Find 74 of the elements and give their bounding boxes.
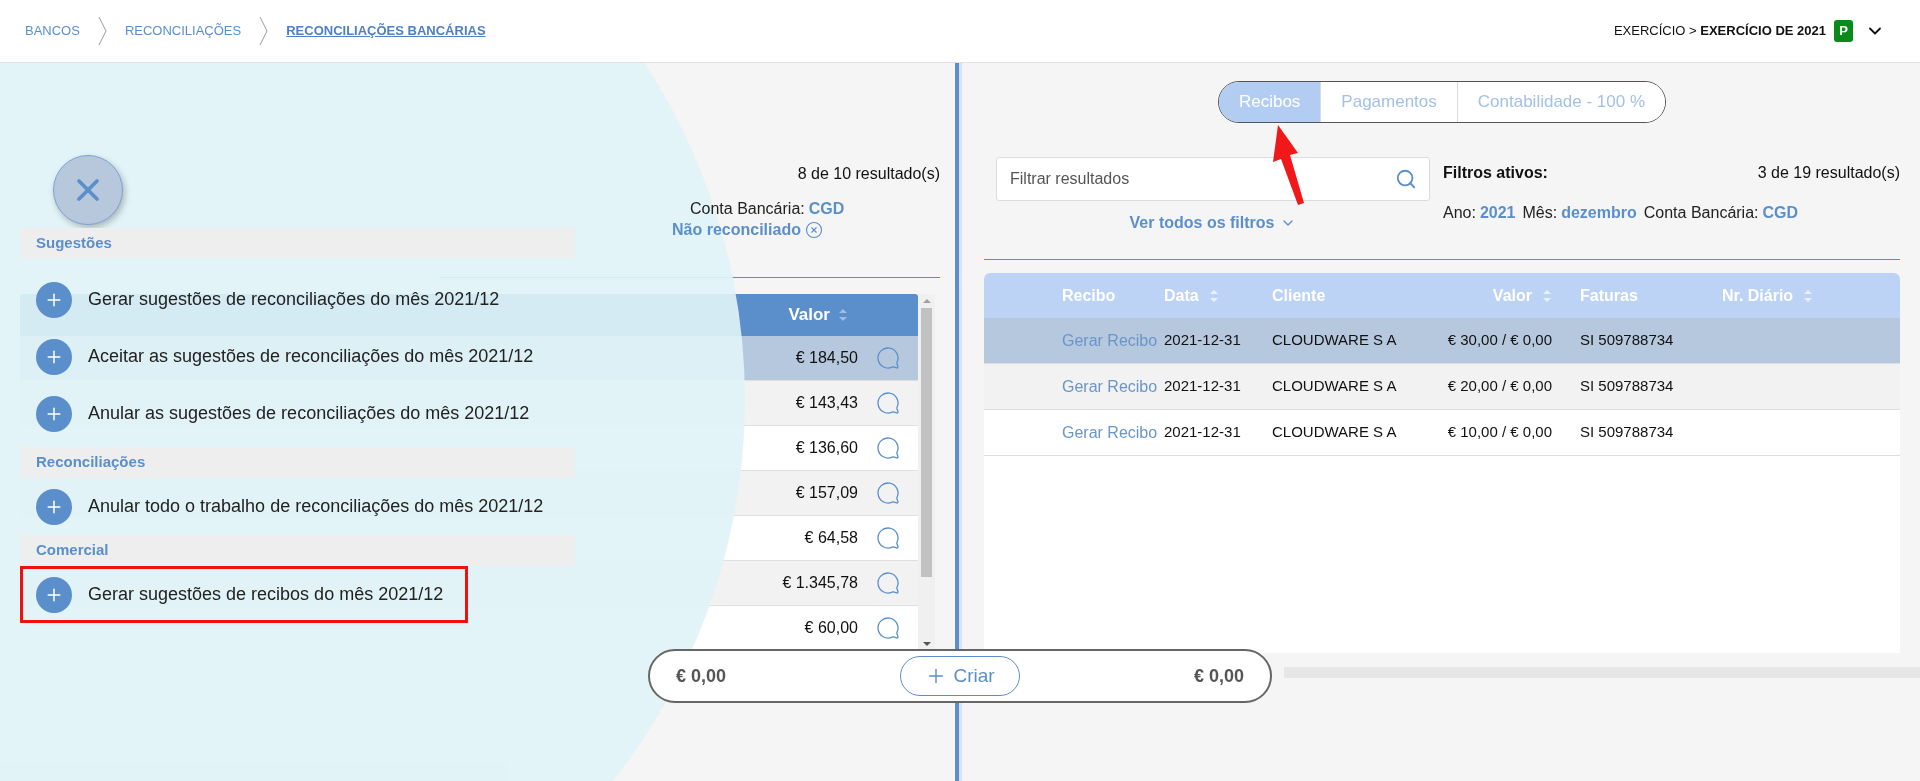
section-header: Sugestões: [20, 228, 575, 258]
filter-label: Ano:: [1443, 203, 1476, 223]
filter-label: Conta Bancária:: [1643, 203, 1759, 223]
generate-receipt-link[interactable]: Gerar Recibo: [1062, 328, 1158, 353]
filter-value: CGD: [1762, 203, 1799, 223]
remove-filter-icon[interactable]: [804, 220, 823, 239]
total-amount: € 0,00: [676, 664, 727, 688]
scrollbar[interactable]: [918, 294, 935, 651]
table-cell-text: € 1.345,78: [782, 573, 858, 593]
menu-item[interactable]: Gerar sugestões de reconciliações do mês 2021/12: [20, 271, 525, 328]
filter-label: Mês:: [1522, 203, 1558, 223]
result-count: 3 de 19 resultado(s): [1757, 163, 1900, 183]
filter-value: dezembro: [1561, 203, 1637, 223]
generate-receipt-link[interactable]: Gerar Recibo: [1062, 374, 1158, 399]
filter-value: CGD: [808, 199, 845, 219]
sort-icon[interactable]: [838, 308, 848, 322]
table-cell-text: € 136,60: [795, 438, 858, 458]
table-row[interactable]: Gerar Recibo 2021-12-31 CLOUDWARE S A € 20,00 / € 0,00 SI 509788734: [984, 364, 1900, 410]
table-cell-text: SI 509788734: [1580, 376, 1674, 397]
active-filters-title: Filtros ativos:: [1443, 163, 1548, 183]
filter-value: Não reconciliado: [672, 220, 801, 240]
section-header: Comercial: [20, 535, 575, 566]
plus-icon: [36, 576, 72, 613]
table-cell-text: € 60,00: [804, 618, 858, 638]
filter-label: Conta Bancária:: [690, 199, 805, 219]
plus-icon: [36, 281, 72, 318]
filter-value: 2021: [1479, 203, 1516, 223]
table-cell-text: 2021-12-31: [1164, 330, 1241, 351]
menu-item[interactable]: Anular as sugestões de reconciliações do mês 2021/12: [20, 385, 555, 442]
tab[interactable]: Contabilidade - 100 %: [1456, 82, 1666, 122]
chevron-icon: [97, 16, 107, 46]
search-icon[interactable]: [1395, 168, 1417, 190]
close-button[interactable]: [53, 155, 123, 225]
breadcrumb-link[interactable]: RECONCILIAÇÕES BANCÁRIAS: [286, 21, 486, 41]
table-cell-text: SI 509788734: [1580, 422, 1674, 443]
comment-icon[interactable]: [876, 391, 900, 415]
column-header[interactable]: Valor: [788, 302, 830, 328]
plus-icon: [36, 395, 72, 432]
plus-icon: [36, 338, 72, 375]
see-all-filters-link[interactable]: Ver todos os filtros: [1129, 211, 1297, 235]
table-cell-text: € 157,09: [795, 483, 858, 503]
table-cell-text: CLOUDWARE S A: [1272, 330, 1397, 351]
table-cell-text: 2021-12-31: [1164, 422, 1241, 443]
status-badge: P: [1834, 20, 1853, 42]
table-cell-text: € 10,00 / € 0,00: [1447, 422, 1552, 443]
comment-icon[interactable]: [876, 571, 900, 595]
table-cell-text: 2021-12-31: [1164, 376, 1241, 397]
comment-icon[interactable]: [876, 481, 900, 505]
comment-icon[interactable]: [876, 346, 900, 370]
section-header: Reconciliações: [20, 447, 575, 478]
generate-receipt-link[interactable]: Gerar Recibo: [1062, 420, 1158, 445]
comment-icon[interactable]: [876, 526, 900, 550]
total-amount: € 0,00: [1193, 664, 1244, 688]
comment-icon[interactable]: [876, 436, 900, 460]
table-cell-text: CLOUDWARE S A: [1272, 422, 1397, 443]
table-row[interactable]: Gerar Recibo 2021-12-31 CLOUDWARE S A € 30,00 / € 0,00 SI 509788734: [984, 318, 1900, 364]
table-cell-text: € 64,58: [804, 528, 858, 548]
plus-icon: [36, 488, 72, 525]
comment-icon[interactable]: [876, 616, 900, 640]
table-cell-text: € 20,00 / € 0,00: [1447, 376, 1552, 397]
breadcrumb-link[interactable]: BANCOS: [25, 21, 80, 41]
table-cell-text: € 143,43: [795, 393, 858, 413]
search-field[interactable]: Filtrar resultados: [996, 157, 1430, 201]
exercise-label: EXERCÍCIO > EXERCÍCIO DE 2021: [1613, 22, 1826, 41]
table-cell-text: € 30,00 / € 0,00: [1447, 330, 1552, 351]
result-count: 8 de 10 resultado(s): [797, 164, 940, 184]
table-cell-text: SI 509788734: [1580, 330, 1674, 351]
chevron-icon: [259, 16, 269, 46]
menu-item[interactable]: Gerar sugestões de recibos do mês 2021/12: [20, 566, 469, 623]
menu-item[interactable]: Aceitar as sugestões de reconciliações do mês 2021/12: [20, 328, 559, 385]
menu-item[interactable]: Anular todo o trabalho de reconciliações do mês 2021/12: [20, 478, 569, 535]
table-cell-text: € 184,50: [795, 348, 858, 368]
table-cell-text: CLOUDWARE S A: [1272, 376, 1397, 397]
breadcrumb-link[interactable]: RECONCILIAÇÕES: [124, 21, 242, 41]
